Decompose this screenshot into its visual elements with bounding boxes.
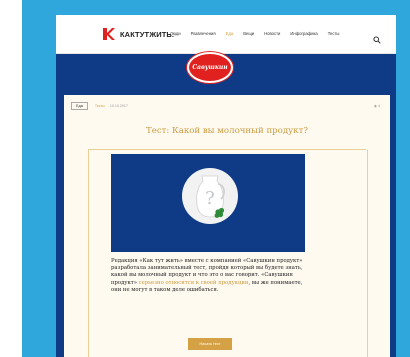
nav-item-tests[interactable]: Тесты	[328, 31, 340, 36]
article-date: 10.10.2017	[109, 103, 128, 108]
section-link[interactable]: Тесты	[95, 104, 105, 108]
eye-icon: ◉	[373, 104, 377, 108]
milk-jug-icon: ?	[190, 170, 230, 220]
logo-k-icon	[102, 27, 116, 41]
nav-item-infographics[interactable]: Инфографика	[290, 31, 317, 36]
site-logo[interactable]: КАКТУТЖИТЬ.	[102, 27, 174, 41]
logo-text: КАКТУТЖИТЬ.	[120, 29, 175, 39]
nav-item-entertainment[interactable]: Развлечения	[191, 31, 216, 36]
views-count: 4	[378, 104, 380, 108]
nav-item-news[interactable]: Новости	[264, 31, 280, 36]
start-test-button[interactable]: Начать тест	[188, 338, 232, 350]
article-meta: Еда Тесты 10.10.2017	[71, 101, 128, 110]
article-title: Тест: Какой вы молочный продукт?	[146, 126, 308, 136]
views-counter: ◉ 4	[374, 104, 380, 108]
category-tag[interactable]: Еда	[71, 101, 88, 110]
brand-logo: Савушкин	[187, 52, 233, 83]
body-link[interactable]: серьезно относится к своей продукции	[139, 280, 249, 286]
nav-item-food[interactable]: Еда	[226, 31, 234, 36]
nav-item-people[interactable]: Люди	[170, 31, 181, 36]
search-icon[interactable]	[373, 29, 381, 44]
article-body: Редакция «Как тут жить» вместе с компани…	[111, 258, 306, 294]
nav-item-things[interactable]: Вещи	[243, 31, 254, 36]
brand-name: Савушкин	[192, 64, 228, 71]
main-nav: Люди Развлечения Еда Вещи Новости Инфогр…	[170, 31, 339, 36]
svg-text:?: ?	[205, 188, 215, 209]
top-navigation-bar: КАКТУТЖИТЬ. Люди Развлечения Еда Вещи Но…	[56, 15, 396, 54]
